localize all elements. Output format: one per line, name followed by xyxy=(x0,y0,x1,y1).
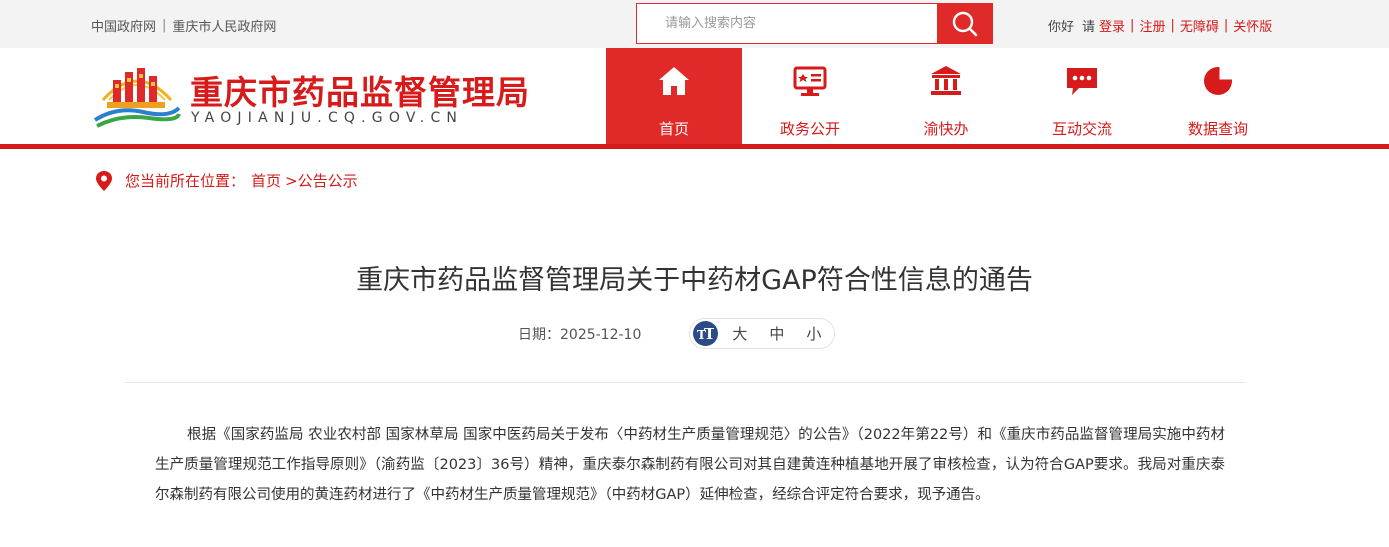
site-header: 重庆市药品监督管理局 YAOJIANJU.CQ.GOV.CN 首页 政务公开 渝… xyxy=(0,48,1389,144)
chat-icon xyxy=(1065,64,1099,98)
home-icon xyxy=(657,64,691,98)
font-size-icon: T T xyxy=(693,321,719,346)
elderly-mode-link[interactable]: 关怀版 xyxy=(1233,16,1272,35)
pie-chart-icon xyxy=(1201,64,1235,98)
svg-text:T: T xyxy=(704,327,714,341)
nav-label: 互动交流 xyxy=(1051,120,1112,138)
login-link[interactable]: 登录 xyxy=(1099,16,1125,35)
gov-links: 中国政府网 | 重庆市人民政府网 xyxy=(91,16,276,35)
breadcrumb-home[interactable]: 首页 xyxy=(251,170,281,191)
separator: | xyxy=(162,18,167,33)
font-size-medium[interactable]: 中 xyxy=(769,323,784,344)
nav-label: 数据查询 xyxy=(1187,120,1248,138)
separator: | xyxy=(1223,18,1229,33)
breadcrumb-announcements[interactable]: >公告公示 xyxy=(285,170,358,191)
site-domain: YAOJIANJU.CQ.GOV.CN xyxy=(191,110,464,126)
font-size-control: T T 大 中 小 xyxy=(689,318,836,349)
register-link[interactable]: 注册 xyxy=(1139,16,1165,35)
nav-item-interaction[interactable]: 互动交流 xyxy=(1014,48,1150,144)
breadcrumb-label: 您当前所在位置： xyxy=(125,172,246,190)
nav-item-home[interactable]: 首页 xyxy=(606,48,742,144)
search-box xyxy=(636,3,938,44)
gov-link-chongqing[interactable]: 重庆市人民政府网 xyxy=(172,16,276,35)
top-bar: 中国政府网 | 重庆市人民政府网 你好 请 登录 | 注册 | 无障碍 | 关怀… xyxy=(0,0,1389,48)
nav-label: 政务公开 xyxy=(779,120,840,138)
nav-item-data-query[interactable]: 数据查询 xyxy=(1150,48,1286,144)
monitor-icon xyxy=(793,64,827,98)
separator: | xyxy=(1170,18,1175,33)
article-meta: 日期：2025-12-10 T T 大 中 小 xyxy=(518,318,836,349)
nav-item-government-affairs[interactable]: 政务公开 xyxy=(742,48,878,144)
font-size-small[interactable]: 小 xyxy=(806,323,821,344)
search-button[interactable] xyxy=(937,3,993,44)
article-body: 根据《国家药监局 农业农村部 国家林草局 国家中医药局关于发布〈中药材生产质量管… xyxy=(155,427,1225,503)
article-divider xyxy=(125,382,1246,383)
article-date: 日期：2025-12-10 xyxy=(518,326,642,343)
accessibility-link[interactable]: 无障碍 xyxy=(1180,16,1219,35)
article-title: 重庆市药品监督管理局关于中药材GAP符合性信息的通告 xyxy=(356,265,1033,296)
search-input[interactable] xyxy=(637,4,937,43)
nav-item-yukuaiban[interactable]: 渝快办 xyxy=(878,48,1014,144)
site-logo-icon[interactable] xyxy=(93,62,181,128)
gov-link-china[interactable]: 中国政府网 xyxy=(91,16,156,35)
nav-label: 首页 xyxy=(658,120,689,138)
search-icon xyxy=(952,11,978,36)
site-title[interactable]: 重庆市药品监督管理局 xyxy=(190,66,530,114)
building-icon xyxy=(929,64,963,98)
header-divider xyxy=(0,144,1389,149)
nav-label: 渝快办 xyxy=(923,120,969,138)
please-text: 请 xyxy=(1082,20,1096,35)
main-nav: 首页 政务公开 渝快办 互动交流 数据查询 xyxy=(606,48,1286,144)
font-size-large[interactable]: 大 xyxy=(732,323,747,344)
user-links: 你好 请 登录 | 注册 | 无障碍 | 关怀版 xyxy=(1048,16,1272,35)
greeting: 你好 xyxy=(1048,20,1075,35)
location-pin-icon xyxy=(96,170,112,191)
separator: | xyxy=(1130,18,1135,33)
breadcrumb: 您当前所在位置： 首页 >公告公示 xyxy=(95,170,358,191)
